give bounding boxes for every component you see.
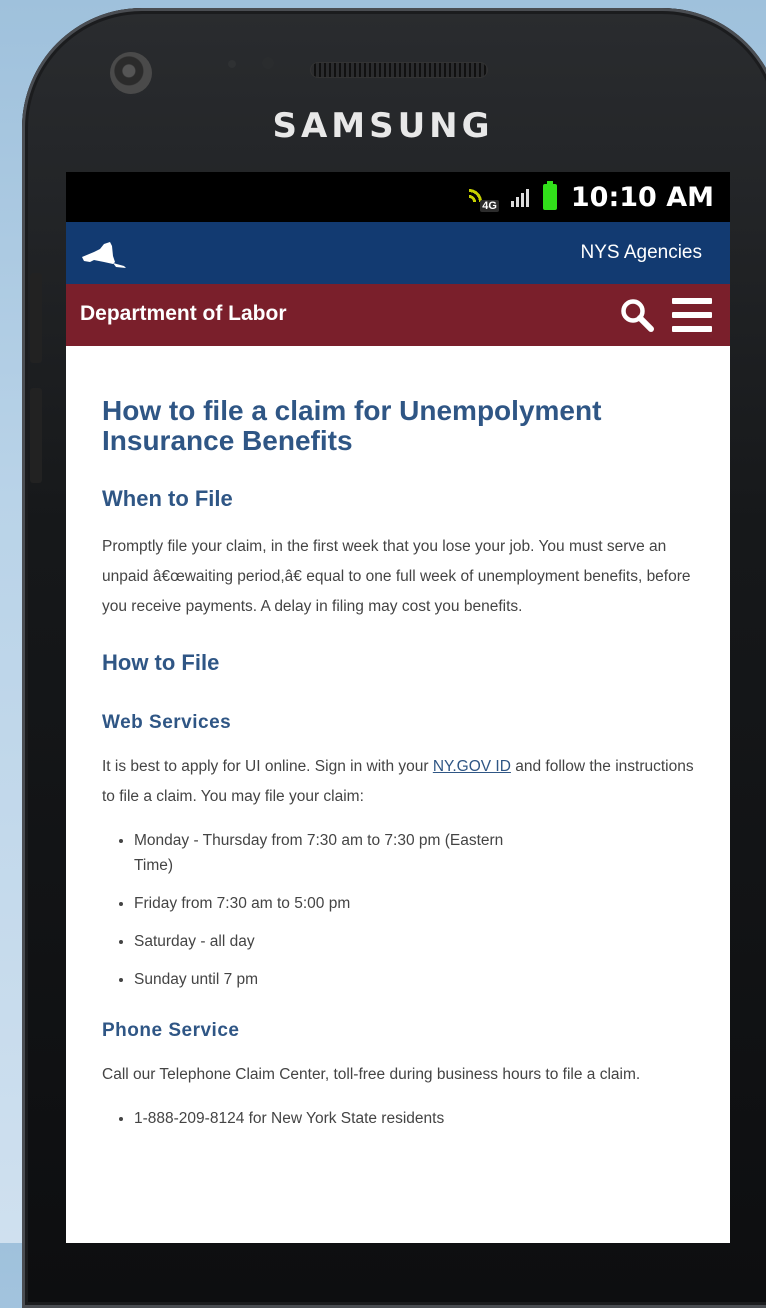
search-icon[interactable]: [620, 298, 654, 332]
department-bar: Department of Labor: [66, 284, 730, 346]
status-bar: 4G 10:10 AM: [66, 172, 730, 222]
browser-viewport: NYS Agencies Department of Labor How to …: [66, 222, 730, 1243]
proximity-sensor: [228, 60, 236, 68]
phone-service-heading: Phone Service: [102, 1020, 240, 1041]
main-content: How to file a claim for Unempolyment Ins…: [66, 346, 730, 1131]
web-services-heading: Web Services: [102, 712, 232, 733]
front-camera: [110, 52, 152, 94]
status-clock: 10:10 AM: [570, 181, 714, 213]
phone-service-text: Call our Telephone Claim Center, toll-fr…: [102, 1066, 641, 1083]
light-sensor: [262, 57, 274, 69]
list-item: Sunday until 7 pm: [134, 967, 694, 992]
ny-gov-id-link[interactable]: NY.GOV ID: [433, 758, 511, 775]
list-item[interactable]: 1-888-209-8124 for New York State reside…: [134, 1106, 694, 1131]
page-title: How to file a claim for Unempolyment Ins…: [102, 395, 602, 456]
web-services-text: It is best to apply for UI online. Sign …: [102, 752, 694, 812]
nys-top-bar: NYS Agencies: [66, 222, 730, 284]
volume-up-button: [30, 273, 42, 363]
department-name[interactable]: Department of Labor: [80, 302, 287, 326]
web-services-text-start: It is best to apply for UI online. Sign …: [102, 758, 433, 775]
list-item: Saturday - all day: [134, 929, 694, 954]
signal-strength-icon: [510, 187, 529, 207]
nys-agencies-link[interactable]: NYS Agencies: [581, 242, 702, 264]
list-item: Monday - Thursday from 7:30 am to 7:30 p…: [134, 828, 694, 878]
battery-icon: [542, 181, 557, 210]
ny-state-logo-icon[interactable]: [80, 240, 128, 270]
network-4g-icon: 4G: [467, 182, 499, 212]
when-to-file-heading: When to File: [102, 486, 233, 511]
volume-down-button: [30, 388, 42, 483]
web-hours-list: Monday - Thursday from 7:30 am to 7:30 p…: [102, 828, 694, 992]
list-item: Friday from 7:30 am to 5:00 pm: [134, 891, 694, 916]
phone-numbers-list: 1-888-209-8124 for New York State reside…: [102, 1106, 694, 1131]
how-to-file-heading: How to File: [102, 650, 220, 675]
hamburger-menu-icon[interactable]: [672, 298, 712, 332]
device-brand-logo: SAMSUNG: [272, 106, 494, 146]
earpiece-speaker: [310, 62, 488, 78]
when-to-file-text: Promptly file your claim, in the first w…: [102, 538, 691, 615]
